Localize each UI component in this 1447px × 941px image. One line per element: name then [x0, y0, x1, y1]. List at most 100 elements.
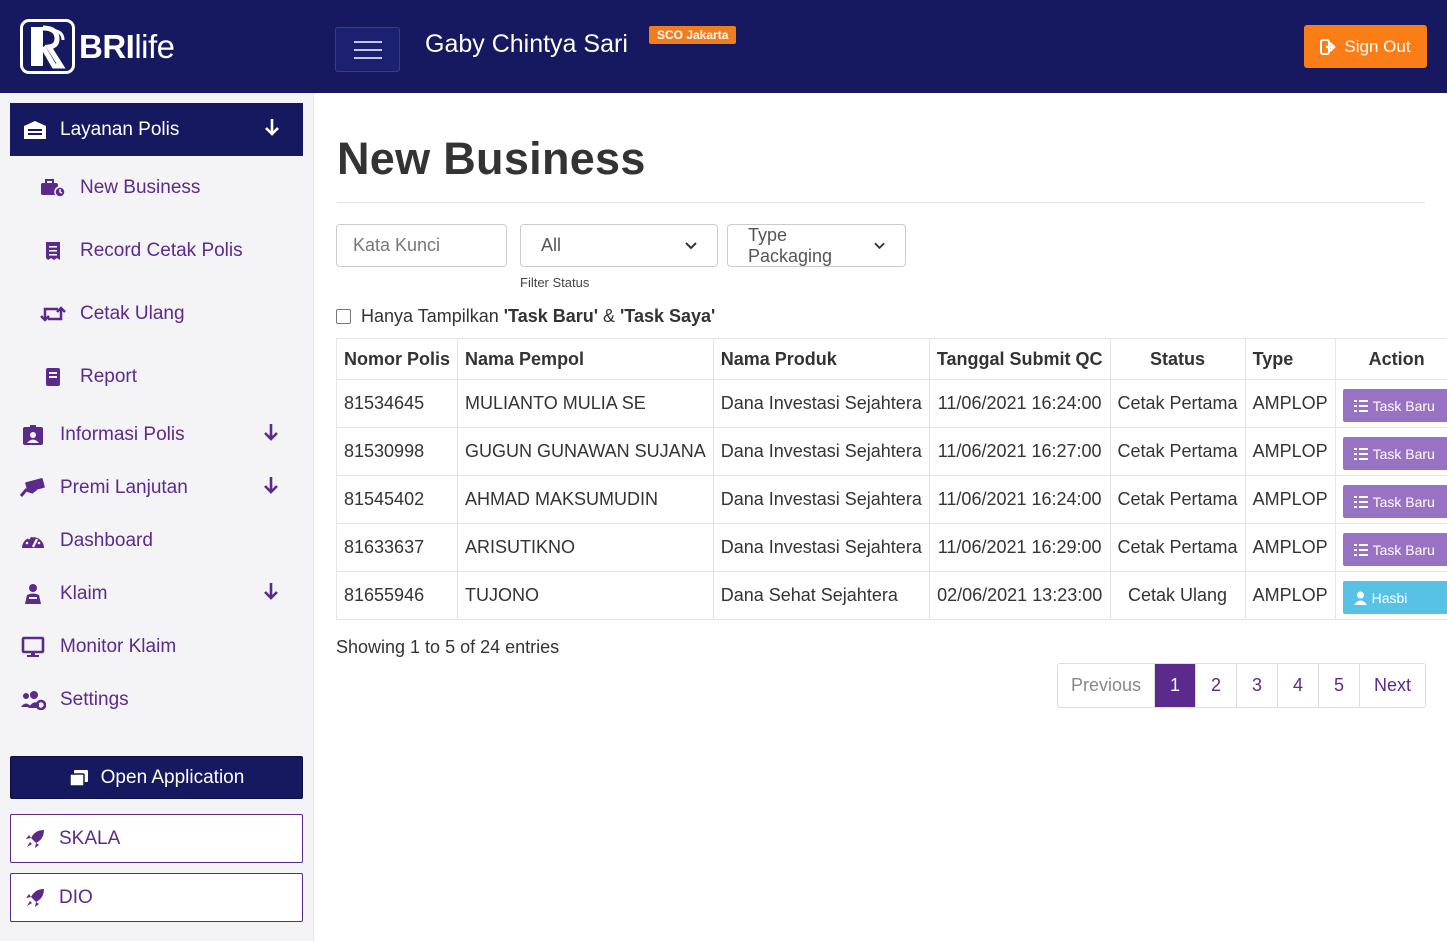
chevron-down-icon — [685, 241, 697, 249]
pagination-page-5[interactable]: 5 — [1318, 664, 1359, 707]
window-restore-icon — [68, 769, 88, 787]
cell-nama-produk: Dana Investasi Sejahtera — [712, 475, 930, 524]
sign-out-button[interactable]: Sign Out — [1304, 25, 1427, 68]
table-row: 81633637 ARISUTIKNO Dana Investasi Sejah… — [335, 523, 1447, 572]
sidebar-item-layanan-polis[interactable]: Layanan Polis — [10, 103, 303, 156]
status-filter-label: Filter Status — [520, 275, 590, 290]
hamburger-line — [353, 40, 382, 43]
sidebar-item-new-business[interactable]: New Business — [40, 177, 200, 199]
sidebar-item-informasi-polis[interactable]: Informasi Polis — [20, 424, 290, 446]
cell-nomor-polis: 81545402 — [335, 475, 459, 524]
sidebar: Layanan Polis New Business Record Cetak … — [0, 93, 314, 941]
column-header[interactable]: Type — [1244, 338, 1336, 380]
branch-badge: SCO Jakarta — [649, 26, 737, 44]
column-header[interactable]: Nomor Polis — [335, 338, 459, 380]
cell-status: Cetak Pertama — [1109, 523, 1246, 572]
sign-out-label: Sign Out — [1344, 36, 1411, 56]
open-application-button[interactable]: Open Application — [10, 756, 303, 799]
cell-nomor-polis: 81534645 — [335, 379, 459, 428]
dio-app-button[interactable]: DIO — [10, 873, 303, 922]
column-header[interactable]: Status — [1109, 338, 1246, 380]
sidebar-item-record-cetak-polis[interactable]: Record Cetak Polis — [40, 240, 243, 262]
entries-info: Showing 1 to 5 of 24 entries — [336, 637, 560, 657]
chevron-down-icon — [874, 242, 885, 249]
menu-toggle-button[interactable] — [335, 27, 400, 72]
cell-type: AMPLOP — [1244, 427, 1336, 476]
column-header[interactable]: Nama Produk — [712, 338, 930, 380]
archive-icon — [24, 120, 46, 139]
receipt-icon — [40, 241, 66, 261]
task-baru-button[interactable]: Task Baru — [1342, 389, 1447, 422]
sidebar-item-monitor-klaim[interactable]: Monitor Klaim — [20, 636, 290, 658]
cell-status: Cetak Pertama — [1109, 379, 1246, 428]
top-header: BRIlife Gaby Chintya Sari SCO Jakarta Si… — [0, 0, 1447, 93]
task-baru-button[interactable]: Task Baru — [1342, 437, 1447, 470]
cell-tanggal: 11/06/2021 16:29:00 — [928, 523, 1111, 572]
briefcase-clock-icon — [40, 178, 66, 198]
arrow-down-icon — [264, 583, 278, 600]
sidebar-item-dashboard[interactable]: Dashboard — [20, 530, 290, 552]
cell-action: Hasbi — [1334, 571, 1447, 620]
sidebar-item-report[interactable]: Report — [40, 366, 137, 388]
bri-logo-icon — [20, 19, 75, 74]
cell-status: Cetak Pertama — [1109, 427, 1246, 476]
retweet-icon — [40, 305, 66, 323]
task-filter-checkbox[interactable] — [336, 309, 351, 324]
cell-type: AMPLOP — [1244, 475, 1336, 524]
desktop-icon — [20, 636, 46, 658]
cell-status: Cetak Ulang — [1109, 571, 1246, 620]
sidebar-item-cetak-ulang[interactable]: Cetak Ulang — [40, 303, 185, 325]
column-header: Action — [1334, 338, 1447, 380]
pagination-page-2[interactable]: 2 — [1195, 664, 1236, 707]
hamburger-line — [353, 48, 382, 51]
money-transfer-icon — [20, 478, 46, 498]
book-icon — [40, 367, 66, 387]
task-baru-button[interactable]: Task Baru — [1342, 533, 1447, 566]
users-cog-icon — [20, 690, 46, 710]
pagination: Previous 1 2 3 4 5 Next — [1057, 663, 1426, 708]
pagination-page-4[interactable]: 4 — [1277, 664, 1318, 707]
assignee-button[interactable]: Hasbi — [1342, 581, 1447, 614]
main-content: New Business All Filter Status Type Pack… — [314, 93, 1447, 941]
brilife-logo[interactable]: BRIlife — [20, 19, 175, 74]
cell-nomor-polis: 81633637 — [335, 523, 459, 572]
sidebar-item-label: New Business — [80, 177, 201, 198]
cell-nama-pempol: AHMAD MAKSUMUDIN — [457, 475, 714, 524]
sidebar-item-klaim[interactable]: Klaim — [20, 583, 290, 605]
search-input[interactable] — [336, 224, 507, 267]
status-filter-select[interactable]: All — [520, 224, 718, 267]
skala-label: SKALA — [59, 827, 121, 849]
cell-type: AMPLOP — [1244, 571, 1336, 620]
pagination-page-1[interactable]: 1 — [1154, 664, 1195, 707]
cell-action: Task Baru — [1334, 475, 1447, 524]
pagination-next[interactable]: Next — [1359, 664, 1425, 707]
pagination-page-3[interactable]: 3 — [1236, 664, 1277, 707]
page-title: New Business — [337, 133, 646, 184]
logo-text: BRIlife — [79, 28, 175, 65]
sidebar-item-label: Monitor Klaim — [60, 636, 177, 657]
table-row: 81534645 MULIANTO MULIA SE Dana Investas… — [335, 379, 1447, 428]
tasks-icon — [1353, 543, 1368, 556]
sidebar-item-label: Record Cetak Polis — [80, 240, 243, 261]
status-filter-value: All — [541, 235, 562, 255]
cell-nama-pempol: ARISUTIKNO — [457, 523, 714, 572]
cell-action: Task Baru — [1334, 523, 1447, 572]
column-header[interactable]: Nama Pempol — [457, 338, 714, 380]
sidebar-item-premi-lanjutan[interactable]: Premi Lanjutan — [20, 477, 290, 499]
cell-tanggal: 02/06/2021 13:23:00 — [928, 571, 1111, 620]
cell-action: Task Baru — [1334, 379, 1447, 428]
type-packaging-select[interactable]: Type Packaging — [727, 224, 906, 267]
rocket-icon — [26, 888, 44, 907]
pagination-previous[interactable]: Previous — [1058, 664, 1154, 707]
cell-type: AMPLOP — [1244, 379, 1336, 428]
sidebar-item-settings[interactable]: Settings — [20, 689, 290, 711]
task-baru-button[interactable]: Task Baru — [1342, 485, 1447, 518]
sidebar-item-label: Settings — [60, 689, 129, 710]
table-row: 81545402 AHMAD MAKSUMUDIN Dana Investasi… — [335, 475, 1447, 524]
checkbox-label: Hanya Tampilkan 'Task Baru' & 'Task Saya… — [361, 306, 716, 326]
sidebar-item-label: Dashboard — [60, 530, 153, 551]
skala-app-button[interactable]: SKALA — [10, 814, 303, 863]
sidebar-item-label: Cetak Ulang — [80, 303, 185, 324]
open-application-label: Open Application — [100, 766, 245, 788]
column-header[interactable]: Tanggal Submit QC — [928, 338, 1111, 380]
